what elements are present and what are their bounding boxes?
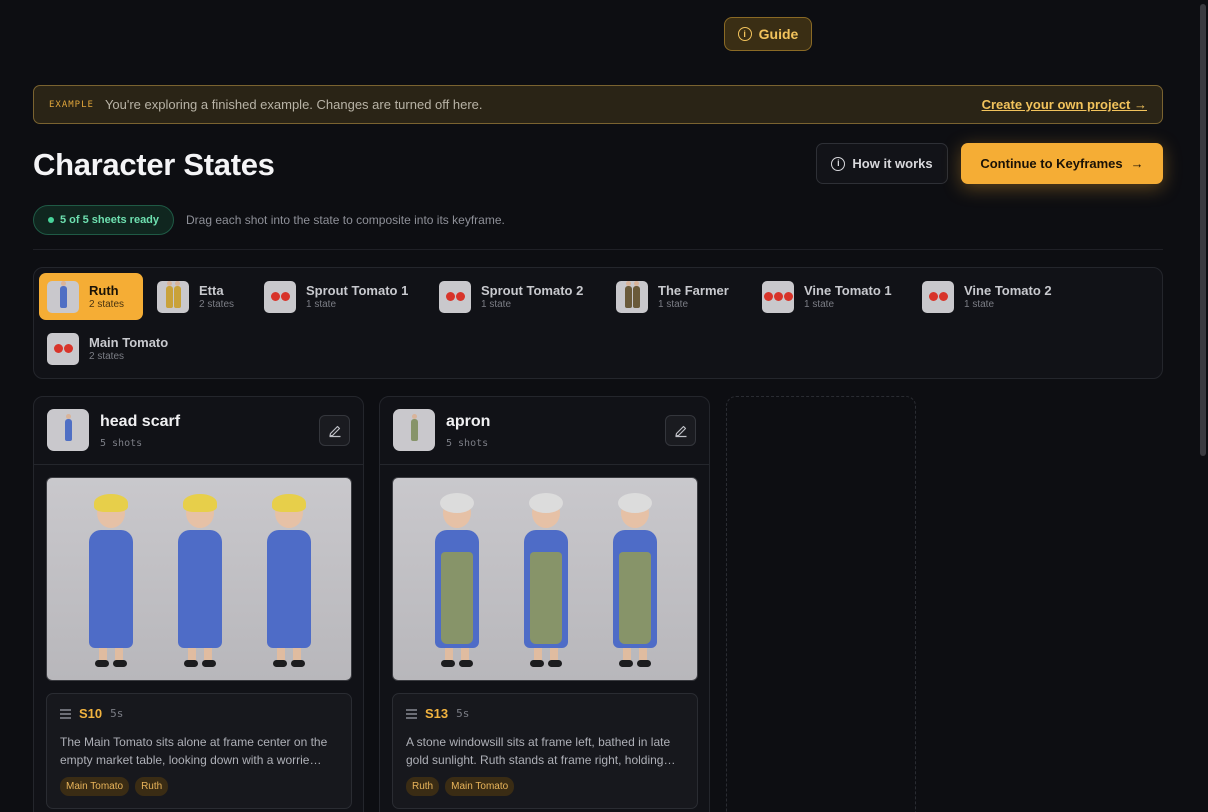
- character-name: Ruth: [89, 282, 119, 298]
- person-thumb-icon: [616, 280, 648, 313]
- state-shot-count: 5 shots: [100, 438, 143, 449]
- page-title: Character States: [33, 147, 275, 182]
- character-name: Sprout Tomato 2: [481, 282, 584, 298]
- character-states: 2 states: [199, 298, 235, 310]
- shot-id: S13: [425, 706, 449, 721]
- tomato-thumb-icon: [439, 280, 471, 313]
- shot-tag: Main Tomato: [60, 777, 130, 796]
- state-title: head scarf: [100, 413, 181, 430]
- tomato-thumb-icon: [47, 332, 79, 365]
- character-states: 1 state: [804, 298, 835, 310]
- character-states: 1 state: [964, 298, 995, 310]
- shot-duration: 5s: [110, 707, 124, 720]
- guide-button[interactable]: i Guide: [724, 17, 812, 51]
- character-name: Vine Tomato 2: [964, 282, 1052, 298]
- status-badge: 5 of 5 sheets ready: [33, 205, 174, 235]
- arrow-right-icon: →: [1130, 156, 1144, 171]
- shot-tag: Ruth: [406, 777, 440, 796]
- status-badge-label: 5 of 5 sheets ready: [59, 214, 160, 226]
- continue-label: Continue to Keyframes: [980, 156, 1123, 171]
- shot-tag: Main Tomato: [445, 777, 515, 796]
- shot-description: A stone windowsill sits at frame left, b…: [406, 735, 676, 767]
- create-project-link[interactable]: Create your own project →: [982, 97, 1147, 112]
- character-sheet-image: [392, 477, 698, 681]
- character-states: 1 state: [481, 298, 512, 310]
- example-banner: EXAMPLE You're exploring a finished exam…: [33, 85, 1163, 124]
- character-tab-sprout-tomato-1[interactable]: Sprout Tomato 1 1 state: [256, 273, 421, 320]
- scrollbar-thumb[interactable]: [1200, 4, 1206, 456]
- guide-label: Guide: [758, 26, 799, 42]
- info-icon: i: [737, 27, 752, 41]
- shot-tag: Ruth: [135, 777, 169, 796]
- example-tag: EXAMPLE: [49, 99, 94, 110]
- character-name: Main Tomato: [89, 334, 169, 350]
- scrollbar[interactable]: [1198, 0, 1208, 812]
- pencil-icon: [674, 425, 686, 437]
- character-states: 1 state: [658, 298, 689, 310]
- pencil-icon: [328, 425, 340, 437]
- character-sheet-image: [46, 477, 352, 681]
- how-it-works-label: How it works: [852, 156, 933, 171]
- character-tab-the-farmer[interactable]: The Farmer 1 state: [608, 273, 748, 320]
- example-banner-text: You're exploring a finished example. Cha…: [104, 97, 483, 112]
- drag-handle-icon[interactable]: [60, 708, 71, 719]
- edit-state-button[interactable]: [665, 415, 696, 446]
- shot-description: The Main Tomato sits alone at frame cent…: [60, 735, 328, 767]
- character-tab-etta[interactable]: Etta 2 states: [149, 273, 249, 320]
- state-card-header: head scarf 5 shots: [34, 397, 363, 465]
- shot-card[interactable]: S10 5s The Main Tomato sits alone at fra…: [46, 693, 352, 809]
- state-card-head-scarf: head scarf 5 shots S10 5s The Main Tomat…: [33, 396, 364, 812]
- character-name: Etta: [199, 282, 224, 298]
- person-thumb-icon: [157, 280, 189, 313]
- state-card-header: apron 5 shots: [380, 397, 709, 465]
- edit-state-button[interactable]: [319, 415, 350, 446]
- how-it-works-button[interactable]: i How it works: [816, 143, 948, 184]
- status-dot-icon: [47, 217, 54, 223]
- shot-duration: 5s: [456, 707, 470, 720]
- state-title: apron: [446, 413, 491, 430]
- state-shot-count: 5 shots: [446, 438, 489, 449]
- character-tab-sprout-tomato-2[interactable]: Sprout Tomato 2 1 state: [431, 273, 599, 320]
- character-name: The Farmer: [658, 282, 729, 298]
- tomato-thumb-icon: [264, 280, 296, 313]
- tomato-thumb-icon: [922, 280, 954, 313]
- tomato-thumb-icon: [762, 280, 794, 313]
- character-name: Sprout Tomato 1: [306, 282, 409, 298]
- character-name: Vine Tomato 1: [804, 282, 892, 298]
- character-selector: Ruth 2 states Etta 2 states Sprout Tomat…: [33, 267, 1163, 379]
- continue-to-keyframes-button[interactable]: Continue to Keyframes →: [961, 143, 1163, 184]
- shot-card[interactable]: S13 5s A stone windowsill sits at frame …: [392, 693, 698, 809]
- empty-state-dropzone[interactable]: [726, 396, 916, 812]
- drag-hint: Drag each shot into the state to composi…: [186, 213, 505, 227]
- info-icon: i: [831, 156, 846, 171]
- character-states: 1 state: [306, 298, 337, 310]
- drag-handle-icon[interactable]: [406, 708, 417, 719]
- character-tab-main-tomato[interactable]: Main Tomato 2 states: [39, 325, 189, 372]
- divider: [33, 249, 1163, 250]
- person-thumb-icon: [47, 280, 79, 313]
- state-card-apron: apron 5 shots S13 5s A stone windowsill …: [379, 396, 710, 812]
- character-tab-ruth[interactable]: Ruth 2 states: [39, 273, 143, 320]
- character-states: 2 states: [89, 298, 125, 310]
- state-avatar: [47, 409, 89, 451]
- character-tab-vine-tomato-2[interactable]: Vine Tomato 2 1 state: [914, 273, 1069, 320]
- state-avatar: [393, 409, 435, 451]
- shot-id: S10: [79, 706, 103, 721]
- character-tab-vine-tomato-1[interactable]: Vine Tomato 1 1 state: [754, 273, 906, 320]
- character-states: 2 states: [89, 350, 125, 362]
